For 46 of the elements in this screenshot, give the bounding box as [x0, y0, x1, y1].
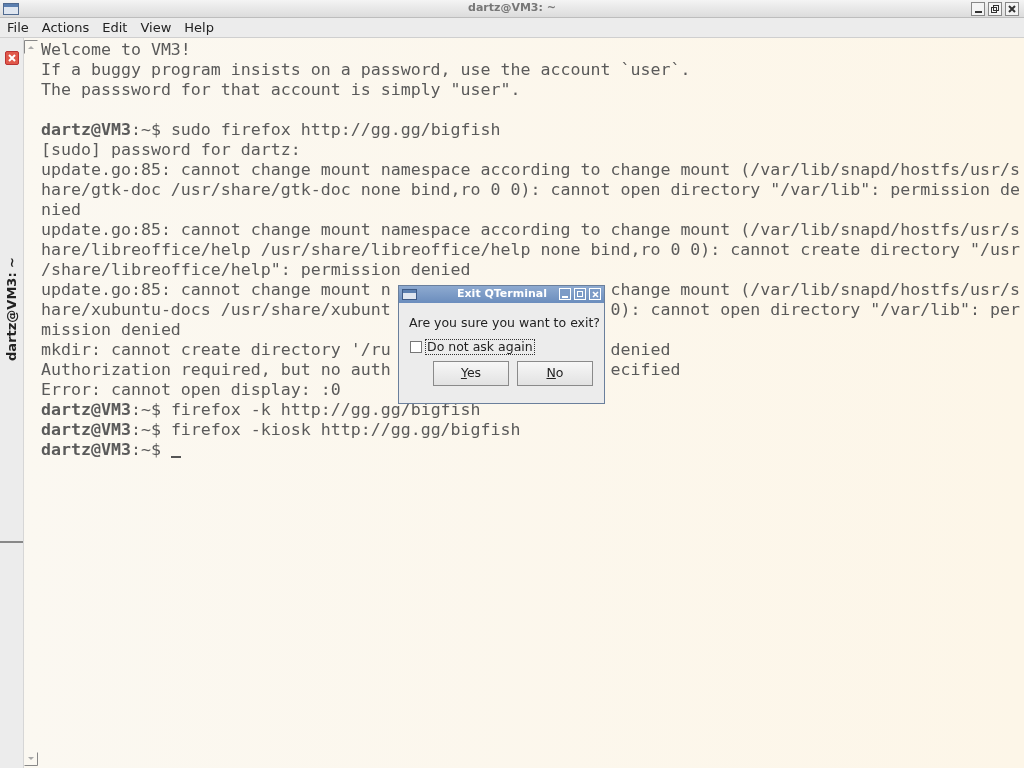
prompt-line: dartz@VM3:~$: [41, 440, 162, 460]
terminal-line: update.go:85: cannot change mount n: [41, 280, 391, 299]
terminal-line: change mount (/var/lib/snapd/hostfs/usr/s: [610, 280, 1021, 300]
menu-item[interactable]: Help: [178, 17, 220, 38]
close-tab-button[interactable]: [4, 51, 19, 65]
window-title: dartz@VM3: ~: [468, 0, 556, 17]
terminal-line: update.go:85: cannot change mount namespace according to change mount (/var/lib/snapd/hostfs/usr/s: [41, 220, 1021, 239]
prompt-line: dartz@VM3:~$ sudo firefox http://gg.gg/bigfish: [41, 120, 501, 140]
terminal-line: Authorization required, but no auth: [41, 360, 391, 379]
terminal-line: ecified: [610, 360, 681, 380]
terminal-line: update.go:85: cannot change mount namespace according to change mount (/var/lib/snapd/hostfs/usr/s: [41, 160, 1021, 179]
dialog-button[interactable]: No: [517, 360, 593, 386]
scroll-down-arrow[interactable]: [24, 752, 38, 766]
terminal-line: mkdir: cannot create directory '/ru: [41, 340, 391, 359]
terminal-line: nied: [41, 200, 81, 219]
menu-item[interactable]: View: [134, 17, 178, 38]
window-icon: [3, 3, 19, 15]
prompt-line: dartz@VM3:~$ firefox -k http://gg.gg/bigfish: [41, 400, 481, 420]
dialog-message: Are you sure you want to exit?: [409, 314, 601, 332]
terminal-tab[interactable]: dartz@VM3: ~: [1, 257, 22, 361]
menu-item[interactable]: File: [1, 17, 35, 38]
maximize-button[interactable]: [574, 288, 586, 300]
dialog-title: Exit QTerminal: [457, 286, 547, 303]
scroll-up-arrow[interactable]: [24, 40, 38, 54]
dialog-button[interactable]: Yes: [433, 360, 509, 386]
terminal-line: [sudo] password for dartz:: [41, 140, 301, 159]
menu-item[interactable]: Actions: [35, 17, 96, 38]
terminal-line: If a buggy program insists on a password, use the account `user`.: [41, 60, 691, 79]
restore-button[interactable]: [988, 2, 1002, 16]
terminal-line: Error: cannot open display: :0: [41, 380, 341, 399]
window-icon: [402, 289, 417, 300]
prompt-line: dartz@VM3:~$ firefox -kiosk http://gg.gg/bigfish: [41, 420, 521, 440]
checkbox[interactable]: [410, 340, 422, 353]
menu-item[interactable]: Edit: [96, 17, 134, 38]
terminal-line: The passsword for that account is simply "user".: [41, 80, 521, 99]
terminal-line: Welcome to VM3!: [41, 40, 191, 59]
terminal-line: denied: [610, 340, 671, 360]
terminal-line: mission denied: [41, 320, 181, 339]
terminal-line: hare/xubuntu-docs /usr/share/xubunt: [41, 300, 391, 319]
checkbox-label[interactable]: Do not ask again: [425, 338, 535, 355]
terminal-line: hare/libreoffice/help /usr/share/libreoffice/help none bind,ro 0 0): cannot create directory "/usr: [41, 240, 1021, 259]
minimize-button[interactable]: [971, 2, 985, 16]
terminal-line: /share/libreoffice/help": permission denied: [41, 260, 471, 279]
close-button[interactable]: [1005, 2, 1019, 16]
terminal-line: hare/gtk-doc /usr/share/gtk-doc none bind,ro 0 0): cannot open directory "/var/lib": permission de: [41, 180, 1021, 199]
terminal-line: 0): cannot open directory "/var/lib": per: [610, 300, 1021, 320]
